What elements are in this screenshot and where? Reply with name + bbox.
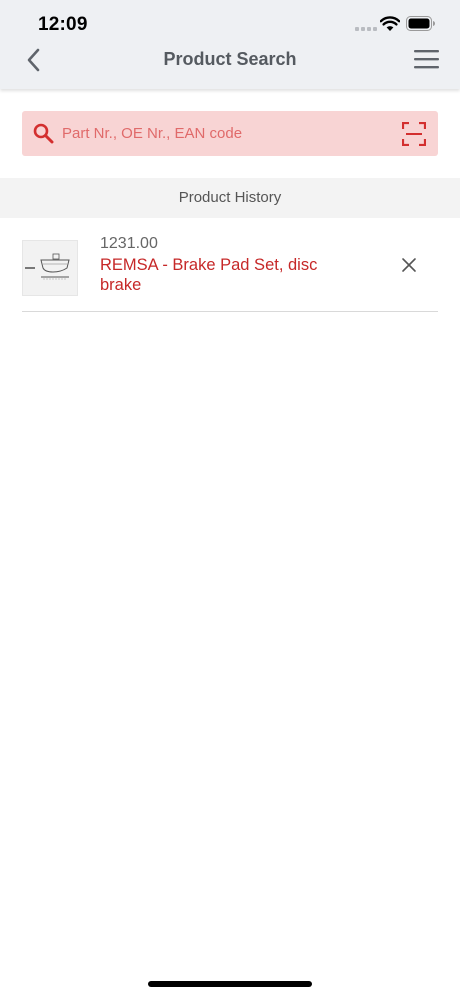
close-icon[interactable] [400, 256, 418, 274]
search-icon [33, 123, 54, 144]
status-bar: 12:09 [0, 0, 460, 44]
product-history-heading: Product History [0, 178, 460, 218]
signal-icon [355, 27, 377, 31]
product-thumbnail [22, 240, 78, 296]
wifi-icon [380, 16, 400, 31]
product-number: 1231.00 [100, 235, 158, 252]
status-time: 12:09 [38, 14, 88, 35]
page-title: Product Search [163, 49, 297, 69]
search-bar[interactable] [22, 111, 438, 156]
hamburger-menu-icon[interactable] [414, 48, 439, 70]
search-input[interactable] [62, 111, 382, 156]
navigation-bar: Product Search [0, 44, 460, 88]
home-indicator [148, 981, 312, 987]
app-header: 12:09 Product Search [0, 0, 460, 89]
barcode-scan-icon[interactable] [402, 122, 426, 146]
history-list-item[interactable]: 1231.00 REMSA - Brake Pad Set, disc brak… [22, 232, 438, 312]
product-name[interactable]: REMSA - Brake Pad Set, disc brake [100, 255, 360, 295]
battery-icon [406, 16, 435, 31]
brake-pad-image [25, 253, 70, 280]
